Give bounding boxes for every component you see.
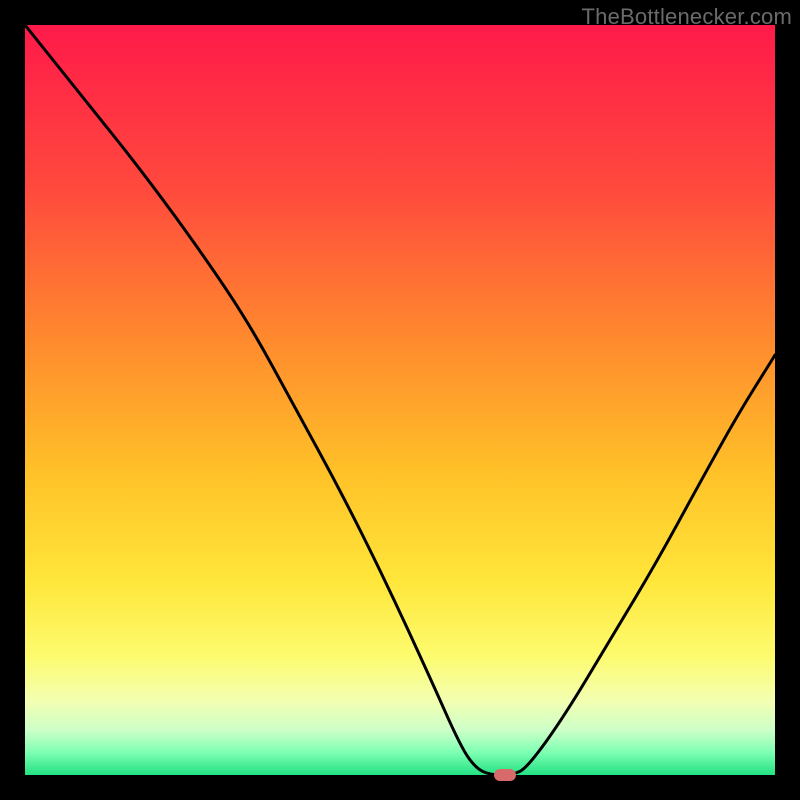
watermark-text: TheBottlenecker.com [582,4,792,30]
plot-area [25,25,775,775]
outer-frame: TheBottlenecker.com [0,0,800,800]
bottleneck-curve [25,25,775,775]
optimal-marker [494,769,516,781]
